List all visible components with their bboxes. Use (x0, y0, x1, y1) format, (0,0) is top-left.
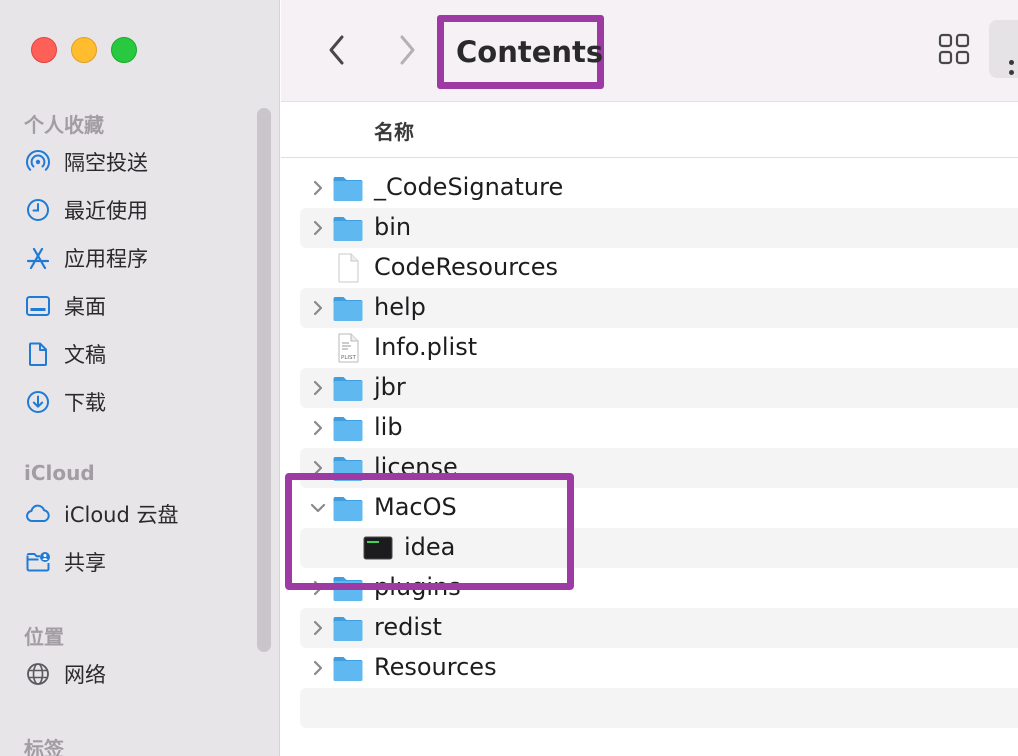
sidebar-item-desktop[interactable]: 桌面 (24, 289, 106, 323)
folder-icon (332, 653, 364, 683)
file-name: jbr (374, 373, 406, 401)
sidebar-item-network[interactable]: 网络 (24, 657, 106, 691)
sidebar-item-label: iCloud 云盘 (64, 503, 179, 527)
file-name: help (374, 293, 426, 321)
folder-icon (332, 293, 364, 323)
file-icon (332, 253, 364, 283)
empty-row (300, 688, 1018, 728)
file-name: idea (404, 533, 456, 561)
desktop-icon (24, 292, 52, 320)
file-name: license (374, 453, 458, 481)
file-name: Info.plist (374, 333, 478, 361)
file-row-macos[interactable]: MacOS (300, 488, 1018, 528)
folder-icon (332, 413, 364, 443)
minimize-window-button[interactable] (71, 37, 97, 63)
sidebar-item-label: 下载 (64, 391, 106, 415)
grid-view-icon (938, 33, 970, 65)
folder-icon (332, 573, 364, 603)
sidebar-item-documents[interactable]: 文稿 (24, 337, 106, 371)
sidebar-item-label: 隔空投送 (64, 151, 148, 175)
sidebar-item-airdrop[interactable]: 隔空投送 (24, 145, 148, 179)
sidebar-section-icloud: iCloud (24, 461, 95, 485)
file-row-redist[interactable]: redist (300, 608, 1018, 648)
view-mode-button[interactable] (937, 32, 971, 66)
window-title: Contents (456, 35, 604, 69)
column-header-name[interactable]: 名称 (374, 116, 414, 145)
sidebar-item-label: 文稿 (64, 343, 106, 367)
disclosure-collapsed-icon[interactable] (310, 658, 326, 678)
file-name: MacOS (374, 493, 457, 521)
sidebar-item-applications[interactable]: 应用程序 (24, 241, 148, 275)
file-row-jbr[interactable]: jbr (300, 368, 1018, 408)
file-name: Resources (374, 653, 497, 681)
sidebar: 个人收藏 隔空投送 最近使用 应用程序 桌面 文稿 下载 iCloud iClo… (0, 0, 280, 756)
sidebar-item-shared[interactable]: 共享 (24, 545, 106, 579)
globe-icon (24, 660, 52, 688)
sidebar-item-label: 网络 (64, 663, 106, 687)
file-row-resources[interactable]: Resources (300, 648, 1018, 688)
file-row-help[interactable]: help (300, 288, 1018, 328)
sidebar-section-tags: 标签 (24, 737, 64, 756)
folder-icon (332, 373, 364, 403)
sidebar-section-favorites: 个人收藏 (24, 113, 104, 137)
close-window-button[interactable] (31, 37, 57, 63)
terminal-executable-icon (362, 533, 394, 563)
disclosure-collapsed-icon[interactable] (310, 378, 326, 398)
disclosure-collapsed-icon[interactable] (310, 618, 326, 638)
file-row-plugins[interactable]: plugins (300, 568, 1018, 608)
file-name: redist (374, 613, 442, 641)
sidebar-scrollbar[interactable] (257, 108, 271, 652)
file-row-bin[interactable]: bin (300, 208, 1018, 248)
file-row-info-plist[interactable]: PLIST Info.plist (300, 328, 1018, 368)
chevron-left-icon (329, 35, 344, 65)
folder-icon (332, 173, 364, 203)
column-header[interactable]: 名称 (281, 102, 1018, 158)
file-name: _CodeSignature (374, 173, 564, 201)
disclosure-collapsed-icon[interactable] (310, 218, 326, 238)
shared-folder-icon (24, 548, 52, 576)
sidebar-item-label: 共享 (64, 551, 106, 575)
folder-icon (332, 613, 364, 643)
applications-icon (24, 244, 52, 272)
clock-icon (24, 196, 52, 224)
chevron-right-icon (400, 35, 415, 65)
sidebar-item-downloads[interactable]: 下载 (24, 385, 106, 419)
sidebar-item-icloud-drive[interactable]: iCloud 云盘 (24, 497, 179, 531)
back-button[interactable] (317, 28, 357, 72)
file-name: CodeResources (374, 253, 559, 281)
sidebar-item-label: 桌面 (64, 295, 106, 319)
svg-text:PLIST: PLIST (341, 355, 356, 361)
disclosure-collapsed-icon[interactable] (310, 458, 326, 478)
sidebar-section-locations: 位置 (24, 625, 64, 649)
forward-button[interactable] (387, 28, 427, 72)
more-button[interactable] (989, 20, 1018, 78)
folder-icon (332, 453, 364, 483)
airdrop-icon (24, 148, 52, 176)
file-row-idea[interactable]: idea (300, 528, 1018, 568)
disclosure-collapsed-icon[interactable] (310, 298, 326, 318)
file-row-coderesources[interactable]: CodeResources (300, 248, 1018, 288)
file-name: lib (374, 413, 403, 441)
file-row-codesignature[interactable]: _CodeSignature (300, 168, 1018, 208)
zoom-window-button[interactable] (111, 37, 137, 63)
sidebar-item-label: 最近使用 (64, 199, 148, 223)
plist-file-icon: PLIST (332, 333, 364, 363)
window-title-highlight: Contents (437, 15, 604, 89)
sidebar-item-recents[interactable]: 最近使用 (24, 193, 148, 227)
folder-icon (332, 493, 364, 523)
cloud-icon (24, 500, 52, 528)
document-icon (24, 340, 52, 368)
file-row-lib[interactable]: lib (300, 408, 1018, 448)
toolbar: Contents (281, 0, 1018, 102)
file-row-license[interactable]: license (300, 448, 1018, 488)
disclosure-collapsed-icon[interactable] (310, 178, 326, 198)
download-icon (24, 388, 52, 416)
sidebar-item-label: 应用程序 (64, 247, 148, 271)
disclosure-collapsed-icon[interactable] (310, 418, 326, 438)
folder-icon (332, 213, 364, 243)
file-name: plugins (374, 573, 461, 601)
disclosure-collapsed-icon[interactable] (310, 578, 326, 598)
file-name: bin (374, 213, 412, 241)
disclosure-expanded-icon[interactable] (310, 498, 326, 518)
